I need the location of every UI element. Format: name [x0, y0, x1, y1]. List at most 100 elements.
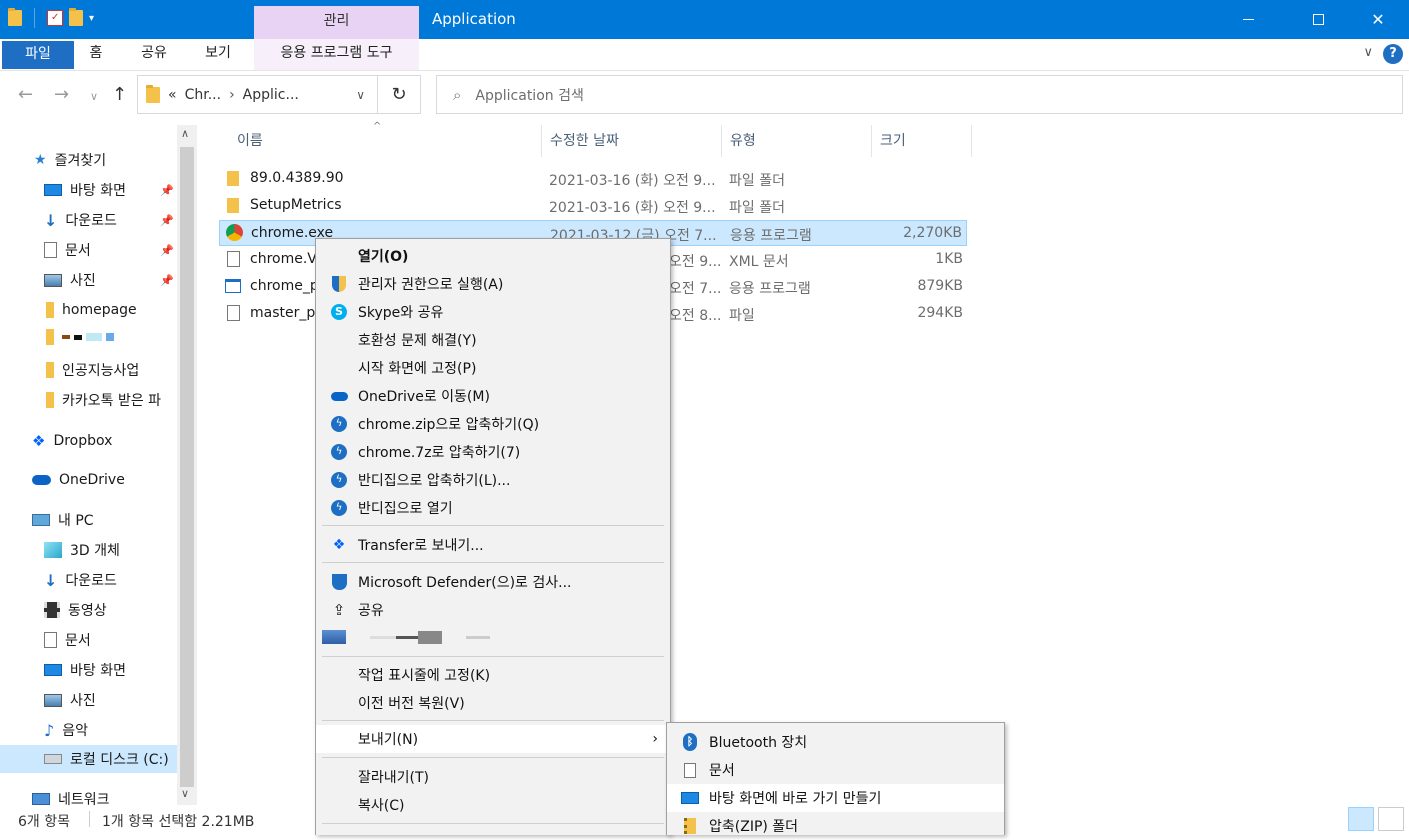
tab-file[interactable]: 파일: [2, 41, 74, 69]
column-header-type[interactable]: 유형: [722, 125, 872, 157]
sidebar-item-local-disk-c[interactable]: 로컬 디스크 (C:): [0, 745, 177, 773]
breadcrumb-overflow[interactable]: «: [168, 87, 177, 103]
menu-item-open[interactable]: 열기(O): [316, 242, 670, 270]
sidebar-item-music[interactable]: ♪ 음악: [0, 716, 177, 744]
bandizip-icon: ϟ: [330, 471, 348, 489]
menu-item-copy[interactable]: 복사(C): [316, 791, 670, 819]
menu-item-share[interactable]: ⇪ 공유: [316, 596, 670, 624]
menu-item-cut[interactable]: 잘라내기(T): [316, 763, 670, 791]
sidebar-item-pc-documents[interactable]: 문서: [0, 626, 177, 654]
tab-view[interactable]: 보기: [196, 39, 240, 70]
submenu-item-zip-folder[interactable]: 압축(ZIP) 폴더: [667, 812, 1004, 840]
address-dropdown-icon[interactable]: ∨: [356, 88, 365, 102]
sidebar-item-dropbox[interactable]: ❖ Dropbox: [0, 427, 177, 455]
refresh-button[interactable]: ↻: [378, 75, 421, 114]
submenu-item-documents[interactable]: 문서: [667, 756, 1004, 784]
pictures-icon: [44, 693, 62, 707]
menu-item-run-as-admin[interactable]: 관리자 권한으로 실행(A): [316, 270, 670, 298]
column-header-date[interactable]: 수정한 날짜: [542, 125, 722, 157]
large-icons-view-icon[interactable]: [1378, 807, 1404, 831]
column-header-size[interactable]: 크기: [872, 125, 972, 157]
file-date: 오전 7...: [669, 281, 722, 297]
menu-item-compress-7z[interactable]: ϟ chrome.7z로 압축하기(7): [316, 438, 670, 466]
sidebar-item-videos[interactable]: 동영상: [0, 596, 177, 624]
minimize-button[interactable]: [1225, 0, 1271, 39]
up-arrow-icon[interactable]: ↑: [112, 84, 127, 105]
menu-item-compress-zip[interactable]: ϟ chrome.zip으로 압축하기(Q): [316, 410, 670, 438]
tab-application-tools[interactable]: 응용 프로그램 도구: [254, 39, 419, 70]
drive-icon: [44, 754, 62, 764]
properties-icon[interactable]: ✓: [47, 10, 63, 26]
menu-item-skype-share[interactable]: S Skype와 공유: [316, 298, 670, 326]
pc-icon: [32, 514, 50, 526]
sidebar-item-pc-downloads[interactable]: ↓ 다운로드: [0, 566, 177, 594]
sidebar-item-desktop[interactable]: 바탕 화면 📌: [0, 176, 177, 204]
pin-icon[interactable]: 📌: [160, 214, 174, 227]
submenu-item-desktop-shortcut[interactable]: 바탕 화면에 바로 가기 만들기: [667, 784, 1004, 812]
close-button[interactable]: ✕: [1355, 0, 1401, 39]
breadcrumb-chrome[interactable]: Chr...: [185, 87, 221, 103]
scrollbar-thumb[interactable]: [180, 147, 194, 787]
sidebar-item-this-pc[interactable]: 내 PC: [0, 506, 177, 534]
menu-item-pin-start[interactable]: 시작 화면에 고정(P): [316, 354, 670, 382]
address-bar[interactable]: « Chr... › Applic... ∨: [137, 75, 378, 114]
breadcrumb-separator-icon[interactable]: ›: [229, 87, 235, 103]
table-row[interactable]: SetupMetrics 2021-03-16 (화) 오전 9... 파일 폴…: [219, 193, 967, 219]
file-name: chrome_p: [250, 278, 319, 294]
menu-item-troubleshoot-compat[interactable]: 호환성 문제 해결(Y): [316, 326, 670, 354]
menu-item-compress-bandizip[interactable]: ϟ 반디집으로 압축하기(L)...: [316, 466, 670, 494]
selection-info: 1개 항목 선택함 2.21MB: [102, 814, 255, 830]
send-to-submenu: ᛒ Bluetooth 장치 문서 바탕 화면에 바로 가기 만들기 압축(ZI…: [666, 722, 1005, 835]
tab-share[interactable]: 공유: [132, 39, 176, 70]
quick-access-toolbar: ✓ ▾: [8, 8, 94, 28]
dropbox-icon: ❖: [32, 432, 46, 450]
sidebar-item-redacted-folder[interactable]: [0, 323, 177, 351]
sidebar-item-favorites[interactable]: ★ 즐겨찾기: [0, 146, 177, 174]
menu-item-redacted[interactable]: [316, 624, 670, 652]
maximize-button[interactable]: [1295, 0, 1341, 39]
forward-arrow-icon[interactable]: →: [54, 84, 69, 105]
menu-item-open-bandizip[interactable]: ϟ 반디집으로 열기: [316, 494, 670, 522]
menu-item-transfer[interactable]: ❖ Transfer로 보내기...: [316, 531, 670, 559]
menu-item-restore-versions[interactable]: 이전 버전 복원(V): [316, 689, 670, 717]
sidebar-item-homepage[interactable]: homepage: [0, 296, 177, 324]
scroll-down-icon[interactable]: ∨: [181, 787, 189, 800]
redacted-icon: [322, 630, 346, 644]
tab-home[interactable]: 홈: [80, 39, 112, 70]
qat-dropdown-icon[interactable]: ▾: [89, 13, 94, 24]
recent-locations-icon[interactable]: ∨: [90, 90, 98, 103]
dropbox-icon: ❖: [332, 537, 346, 553]
folder-icon: [227, 171, 239, 186]
search-input[interactable]: ⌕ Application 검색: [436, 75, 1403, 114]
menu-item-send-to[interactable]: 보내기(N) ›: [316, 725, 670, 753]
menu-item-move-onedrive[interactable]: OneDrive로 이동(M): [316, 382, 670, 410]
file-date: 오전 9...: [669, 254, 722, 270]
help-icon[interactable]: ?: [1383, 44, 1403, 64]
pin-icon[interactable]: 📌: [160, 274, 174, 287]
pin-icon[interactable]: 📌: [160, 184, 174, 197]
column-header-name[interactable]: 이름: [229, 125, 542, 157]
sidebar-item-pictures[interactable]: 사진 📌: [0, 266, 177, 294]
submenu-item-bluetooth[interactable]: ᛒ Bluetooth 장치: [667, 728, 1004, 756]
sidebar-scrollbar[interactable]: ∧ ∨: [177, 125, 197, 805]
sidebar-item-documents[interactable]: 문서 📌: [0, 236, 177, 264]
sidebar-item-downloads[interactable]: ↓ 다운로드 📌: [0, 206, 177, 234]
sidebar-item-pc-pictures[interactable]: 사진: [0, 686, 177, 714]
sidebar-item-ai-business[interactable]: 인공지능사업: [0, 356, 177, 384]
details-view-icon[interactable]: [1348, 807, 1374, 831]
sidebar-item-pc-desktop[interactable]: 바탕 화면: [0, 656, 177, 684]
sidebar-item-kakaotalk[interactable]: 카카오톡 받은 파: [0, 386, 177, 414]
table-row[interactable]: 89.0.4389.90 2021-03-16 (화) 오전 9... 파일 폴…: [219, 166, 967, 192]
folder-icon: [46, 329, 54, 345]
scroll-up-icon[interactable]: ∧: [181, 127, 189, 140]
breadcrumb-application[interactable]: Applic...: [243, 87, 299, 103]
ribbon-expand-icon[interactable]: ∨: [1363, 45, 1373, 60]
menu-item-pin-taskbar[interactable]: 작업 표시줄에 고정(K): [316, 661, 670, 689]
pin-icon[interactable]: 📌: [160, 244, 174, 257]
desktop-icon: [44, 184, 62, 196]
sidebar-item-onedrive[interactable]: OneDrive: [0, 466, 177, 494]
new-folder-icon[interactable]: [69, 8, 83, 26]
sidebar-item-3d-objects[interactable]: 3D 개체: [0, 536, 177, 564]
back-arrow-icon[interactable]: ←: [18, 84, 33, 105]
menu-item-defender-scan[interactable]: Microsoft Defender(으)로 검사...: [316, 568, 670, 596]
